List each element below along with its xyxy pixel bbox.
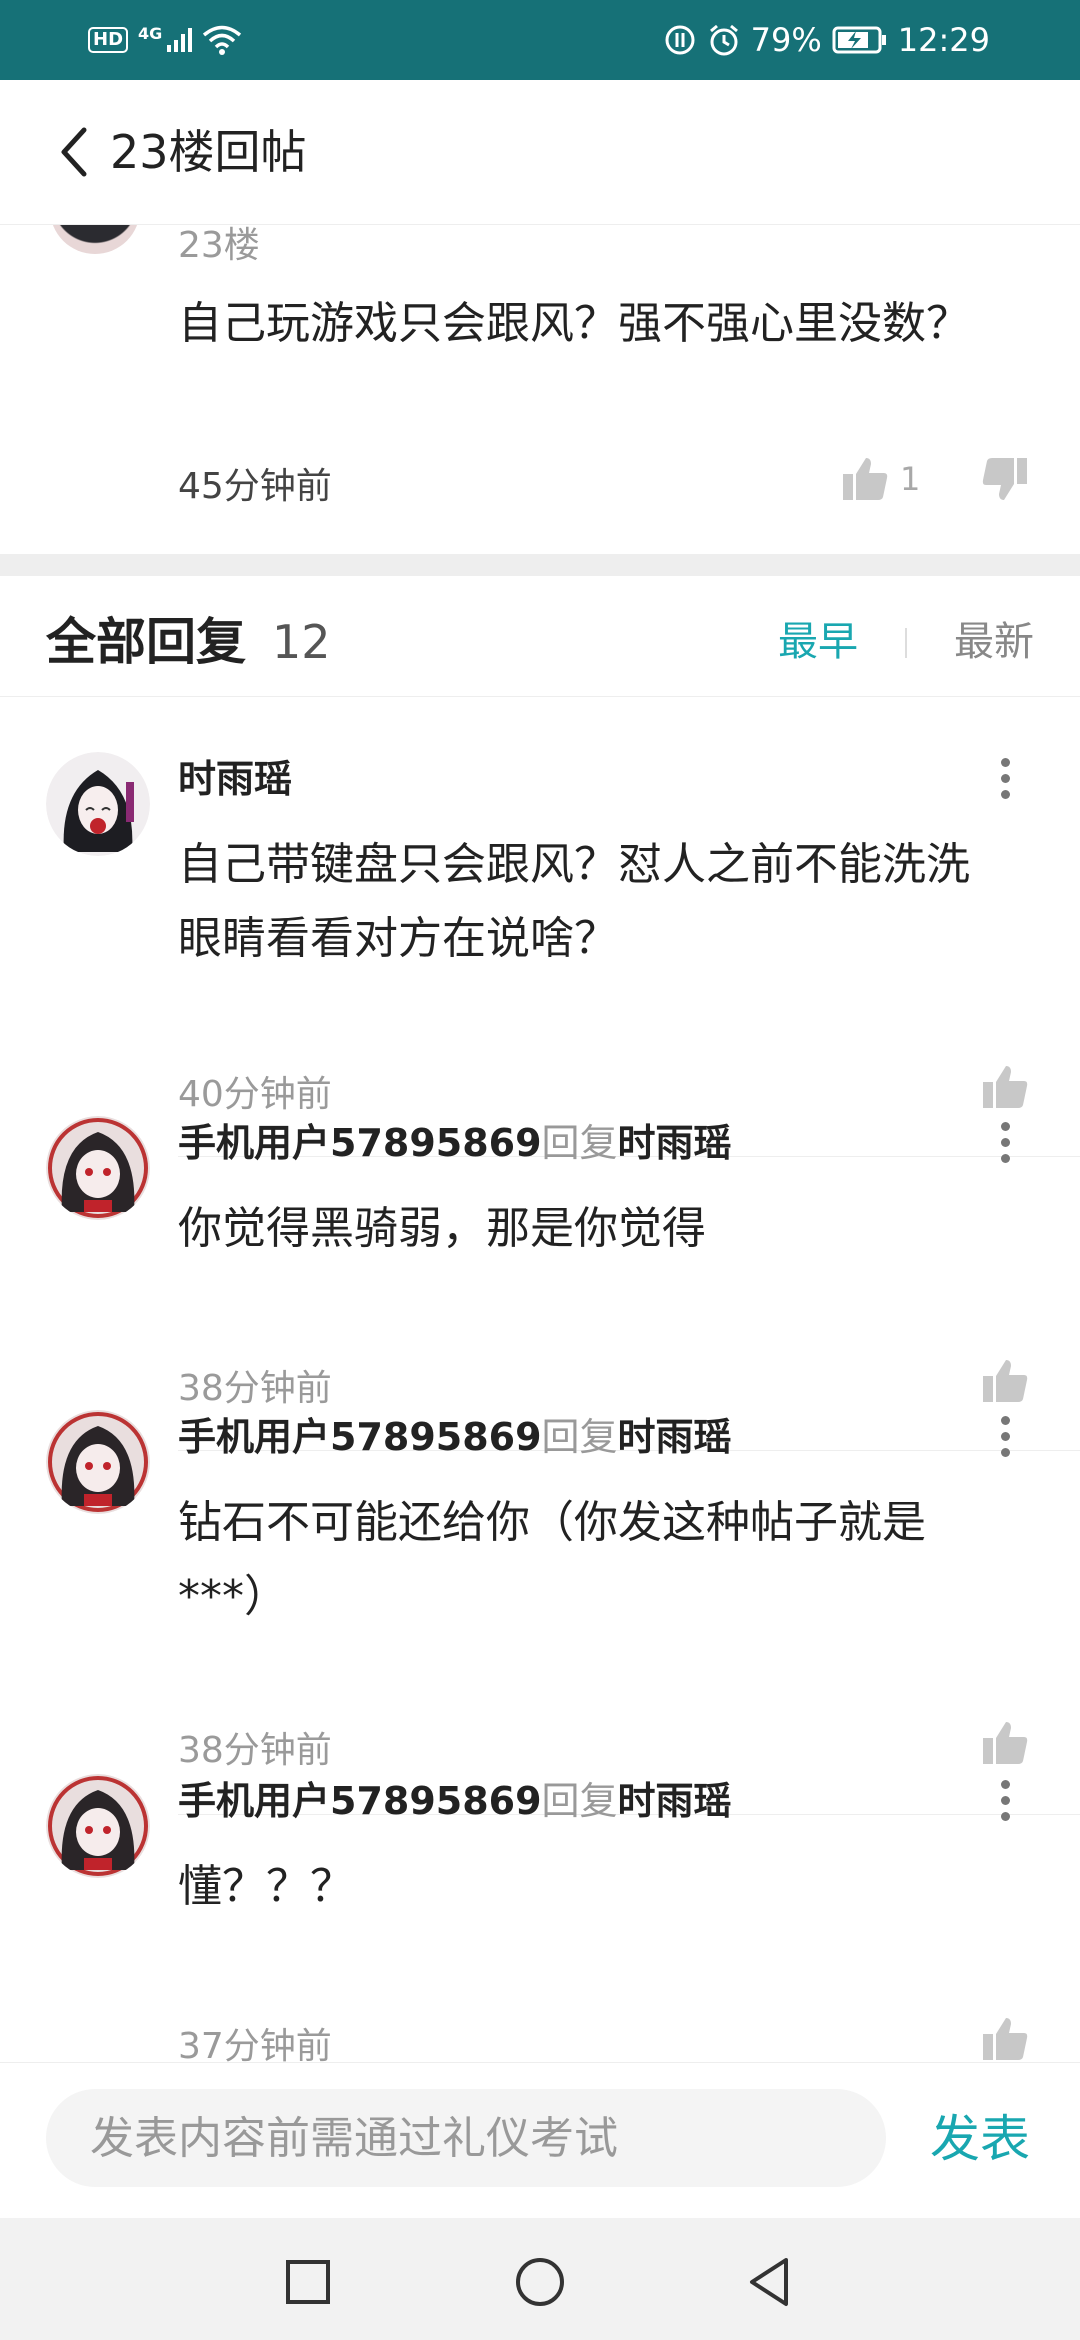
avatar[interactable] bbox=[46, 752, 150, 856]
signal-icon bbox=[167, 28, 193, 52]
data-saver-icon bbox=[665, 25, 695, 55]
reply-timestamp: 38分钟前 bbox=[178, 1368, 332, 1409]
more-options-icon[interactable] bbox=[990, 758, 1020, 808]
thumbs-up-icon bbox=[983, 1360, 1028, 1402]
original-post: 23楼 自己玩游戏只会跟风？强不强心里没数？ 45分钟前 1 bbox=[0, 164, 1080, 554]
more-options-icon[interactable] bbox=[990, 1780, 1020, 1830]
status-bar: HD 4G 79% 12:29 bbox=[0, 0, 1080, 80]
like-button[interactable]: 1 bbox=[840, 454, 920, 504]
more-options-icon[interactable] bbox=[990, 1416, 1020, 1466]
sort-latest-tab[interactable]: 最新 bbox=[954, 616, 1034, 668]
thumbs-up-icon bbox=[983, 1066, 1028, 1108]
reply-author[interactable]: 手机用户57895869 bbox=[178, 1415, 542, 1459]
floor-label: 23楼 bbox=[178, 225, 260, 266]
replies-title: 全部回复 bbox=[46, 613, 246, 671]
reply-timestamp: 40分钟前 bbox=[178, 1074, 332, 1115]
status-left: HD 4G bbox=[88, 18, 242, 62]
post-text: 自己玩游戏只会跟风？强不强心里没数？ bbox=[178, 298, 970, 349]
back-triangle-icon[interactable] bbox=[742, 2254, 798, 2310]
reply-author-line: 手机用户57895869回复时雨瑶 bbox=[178, 1118, 732, 1168]
publish-button[interactable]: 发表 bbox=[930, 2107, 1030, 2171]
page-title: 23楼回帖 bbox=[110, 125, 307, 179]
reply-sheet: 23楼回帖 23楼 自己玩游戏只会跟风？强不强心里没数？ 45分钟前 1 全部回… bbox=[0, 80, 1080, 2340]
more-options-icon[interactable] bbox=[990, 1122, 1020, 1172]
like-button[interactable] bbox=[980, 2014, 1030, 2068]
back-chevron-icon[interactable] bbox=[54, 122, 94, 182]
reply-author[interactable]: 时雨瑶 bbox=[178, 757, 292, 801]
thumbs-down-icon bbox=[982, 458, 1027, 500]
comment-input[interactable] bbox=[46, 2089, 886, 2187]
reply-author[interactable]: 手机用户57895869 bbox=[178, 1121, 542, 1165]
screen: HD 4G 79% 12:29 23楼回帖 23楼 自己玩游戏只会跟风？强不强心… bbox=[0, 0, 1080, 2340]
avatar[interactable] bbox=[46, 1774, 150, 1878]
wifi-icon bbox=[203, 25, 242, 55]
hd-badge: HD bbox=[88, 27, 129, 53]
like-button[interactable] bbox=[980, 1062, 1030, 1116]
replies-header: 全部回复 12 最早 最新 bbox=[0, 576, 1080, 697]
reply-to-word: 回复 bbox=[541, 1415, 618, 1459]
recents-square-icon[interactable] bbox=[280, 2254, 336, 2310]
system-nav-bar bbox=[0, 2218, 1080, 2340]
clock-time: 12:29 bbox=[897, 21, 990, 59]
thumbs-up-icon bbox=[983, 2018, 1028, 2060]
reply-target[interactable]: 时雨瑶 bbox=[618, 1415, 732, 1459]
reply-author-line: 手机用户57895869回复时雨瑶 bbox=[178, 1412, 732, 1462]
dislike-button[interactable] bbox=[980, 454, 1030, 508]
reply-text: 你觉得黑骑弱，那是你觉得 bbox=[178, 1203, 706, 1254]
alarm-icon bbox=[709, 24, 738, 56]
replies-count: 12 bbox=[272, 615, 331, 669]
like-button[interactable] bbox=[980, 1718, 1030, 1772]
battery-percent: 79% bbox=[750, 21, 822, 59]
battery-charging-icon bbox=[832, 26, 886, 54]
like-button[interactable] bbox=[980, 1356, 1030, 1410]
reply-author-line: 手机用户57895869回复时雨瑶 bbox=[178, 1776, 732, 1826]
reply-target[interactable]: 时雨瑶 bbox=[618, 1779, 732, 1823]
status-right: 79% 12:29 bbox=[663, 18, 990, 62]
reply-to-word: 回复 bbox=[541, 1779, 618, 1823]
avatar[interactable] bbox=[46, 1116, 150, 1220]
sort-divider bbox=[905, 628, 907, 658]
network-type-label: 4G bbox=[138, 23, 163, 43]
section-divider bbox=[0, 554, 1080, 576]
sheet-header: 23楼回帖 bbox=[0, 80, 1080, 225]
thumbs-up-icon bbox=[843, 458, 888, 500]
reply-timestamp: 38分钟前 bbox=[178, 1730, 332, 1771]
reply-author-line: 时雨瑶 bbox=[178, 754, 292, 804]
reply-author[interactable]: 手机用户57895869 bbox=[178, 1779, 542, 1823]
reply-text: 懂？？？ bbox=[178, 1861, 354, 1912]
reply-target[interactable]: 时雨瑶 bbox=[618, 1121, 732, 1165]
sort-earliest-tab[interactable]: 最早 bbox=[778, 616, 858, 668]
home-circle-icon[interactable] bbox=[512, 2254, 568, 2310]
avatar[interactable] bbox=[46, 1410, 150, 1514]
reply-text: 钻石不可能还给你（你发这种帖子就是***） bbox=[178, 1497, 926, 1622]
thumbs-up-icon bbox=[983, 1722, 1028, 1764]
reply-text: 自己带键盘只会跟风？怼人之前不能洗洗眼睛看看对方在说啥？ bbox=[178, 839, 970, 964]
reply-to-word: 回复 bbox=[541, 1121, 618, 1165]
like-count: 1 bbox=[900, 460, 921, 498]
post-timestamp: 45分钟前 bbox=[178, 466, 332, 507]
comment-composer: 发表 bbox=[0, 2062, 1080, 2219]
